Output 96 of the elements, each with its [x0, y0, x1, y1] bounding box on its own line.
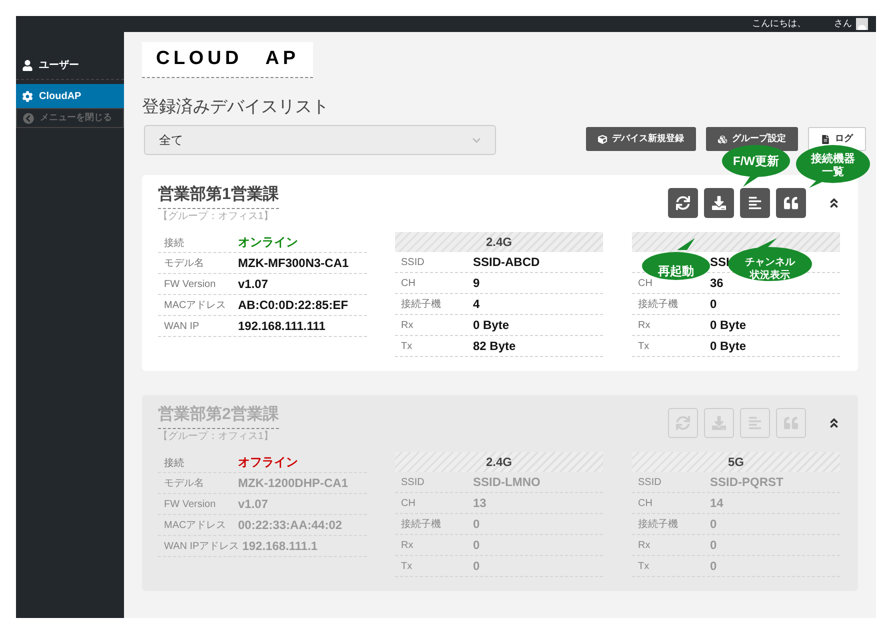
field-value: 36 — [710, 275, 724, 292]
device-name: 営業部第1営業課 — [158, 183, 279, 209]
field-value: 4 — [473, 296, 480, 313]
field-value: 0 — [710, 558, 717, 575]
field-value: 0 — [473, 558, 480, 575]
field-value: 9 — [473, 275, 480, 292]
chevron-down-icon — [472, 136, 481, 144]
device-name: 営業部第2営業課 — [158, 403, 279, 429]
field-label: 接続子機 — [638, 518, 678, 530]
field-label: SSID — [401, 256, 424, 268]
filter-select[interactable]: 全て — [144, 125, 496, 155]
field-label: FW Version — [164, 278, 216, 290]
field-label: CH — [638, 278, 652, 288]
quote-icon — [784, 196, 798, 210]
restart-icon — [676, 196, 690, 210]
sidebar-item[interactable]: CloudAP — [16, 84, 124, 108]
collapse-icon — [23, 112, 34, 124]
greeting-text: こんにちは、 — [752, 17, 806, 30]
field-label: 接続子機 — [638, 298, 678, 310]
page-heading: 登録済みデバイスリスト — [142, 96, 330, 118]
field-value: v1.07 — [238, 276, 268, 293]
download-button[interactable] — [704, 188, 734, 218]
field-label: FW Version — [164, 498, 216, 510]
field-value: 0 — [473, 537, 480, 554]
field-label: Tx — [401, 340, 412, 352]
field-value: SSID-ABCD — [473, 254, 540, 271]
lines-icon — [748, 416, 762, 430]
field-value: 0 — [710, 516, 717, 533]
field-label: WAN IPアドレス — [164, 540, 240, 552]
field-label: SSID — [401, 476, 424, 488]
field-value: 82 Byte — [473, 338, 516, 355]
user-icon — [22, 60, 33, 71]
lines-icon — [748, 196, 762, 210]
field-label: Rx — [401, 320, 414, 330]
lines-button[interactable] — [740, 188, 770, 218]
field-value: 0 Byte — [710, 338, 746, 355]
field-value: 13 — [473, 495, 486, 512]
field-value: MZK-MF300N3-CA1 — [238, 255, 349, 272]
field-value: SSI — [710, 254, 730, 271]
restart-button[interactable] — [668, 188, 698, 218]
settings-icon — [22, 90, 33, 102]
field-value: 192.168.111.1 — [242, 538, 318, 555]
field-value: 14 — [710, 495, 724, 512]
field-value: 00:22:33:AA:44:02 — [238, 517, 342, 534]
avatar-icon — [856, 18, 868, 30]
field-label: 接続子機 — [401, 298, 441, 310]
field-label: CH — [638, 498, 652, 508]
band-header: 2.4G — [395, 232, 603, 252]
group-label: 【グループ：オフィス1】 — [158, 430, 274, 444]
field-label: 接続 — [164, 238, 184, 249]
field-value: AB:C0:0D:22:85:EF — [238, 297, 348, 314]
logo: CLOUD AP — [142, 42, 314, 78]
document-icon — [821, 134, 830, 144]
field-label: 接続 — [164, 458, 184, 469]
field-value: v1.07 — [238, 496, 268, 513]
chevron-up-icon — [828, 196, 840, 208]
field-value: SSID-PQRST — [710, 474, 784, 491]
field-value: 0 — [710, 296, 717, 313]
status-text: オンライン — [238, 234, 298, 251]
restart-icon — [676, 416, 690, 430]
band-header: 2.4G — [395, 452, 603, 472]
field-label: MACアドレス — [164, 300, 226, 310]
field-value: 192.168.111.111 — [238, 318, 326, 335]
cube-icon — [598, 134, 607, 144]
field-label: モデル名 — [164, 258, 204, 268]
field-value: SSID-LMNO — [473, 474, 540, 491]
field-label: Tx — [638, 340, 650, 352]
field-value: MZK-1200DHP-CA1 — [238, 475, 348, 492]
field-label: CH — [401, 498, 416, 508]
field-label: MACアドレス — [164, 520, 226, 530]
group-label: 【グループ：オフィス1】 — [158, 210, 274, 224]
greeting-suffix: さん — [834, 17, 852, 30]
quote-button[interactable] — [776, 188, 806, 218]
download-icon — [712, 196, 726, 210]
status-text: オフライン — [238, 454, 298, 471]
field-label: 接続子機 — [401, 518, 441, 530]
field-value: 0 — [710, 537, 717, 554]
cubes-icon — [718, 134, 727, 144]
field-value: 0 Byte — [710, 317, 746, 334]
download-icon — [712, 416, 726, 430]
quote-icon — [784, 416, 798, 430]
field-label: Tx — [401, 560, 412, 572]
band-header: 5G — [632, 452, 840, 472]
field-label: Tx — [638, 560, 650, 572]
field-label: Rx — [638, 540, 650, 550]
register-button[interactable]: デバイス新規登録 — [586, 127, 696, 151]
chevron-up-icon — [828, 416, 840, 428]
group-button[interactable]: グループ設定 — [706, 127, 798, 151]
field-label: SSID — [638, 476, 662, 488]
field-label: WAN IP — [164, 320, 200, 332]
field-label: Rx — [638, 320, 650, 330]
field-label: Rx — [401, 540, 414, 550]
field-value: 0 Byte — [473, 317, 510, 334]
field-label: CH — [401, 278, 416, 288]
field-label: モデル名 — [164, 478, 204, 488]
field-value: 0 — [473, 516, 480, 533]
